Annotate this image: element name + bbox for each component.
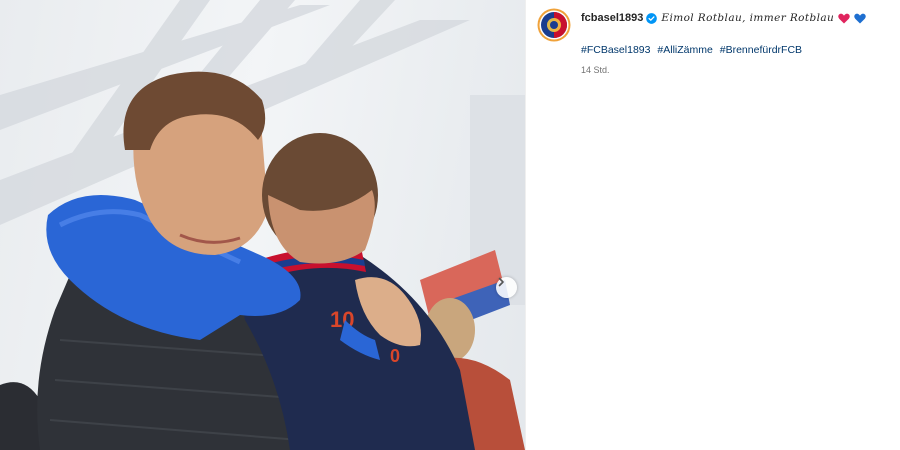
post-timestamp[interactable]: 14 Std. bbox=[581, 65, 610, 75]
caption-motto: Eimol Rotblau, immer Rotblau bbox=[661, 12, 835, 24]
caption-line: fcbasel1893 Eimol Rotblau, immer Rotblau bbox=[581, 12, 896, 24]
red-heart-icon bbox=[838, 13, 850, 24]
avatar[interactable] bbox=[537, 8, 571, 42]
blue-heart-icon bbox=[854, 13, 866, 24]
hashtag-link[interactable]: #AlliZämme bbox=[657, 44, 712, 56]
verified-badge-icon bbox=[646, 12, 658, 24]
photo-hug-image: 10 0 bbox=[0, 0, 525, 450]
hashtag-link[interactable]: #BrennefürdrFCB bbox=[720, 44, 802, 56]
caption-panel: fcbasel1893 Eimol Rotblau, immer Rotblau… bbox=[526, 0, 900, 450]
post-photo[interactable]: 10 0 bbox=[0, 0, 525, 450]
fc-basel-logo-icon bbox=[537, 8, 571, 42]
username-link[interactable]: fcbasel1893 bbox=[581, 12, 643, 24]
hashtag-list: #FCBasel1893 #AlliZämme #BrennefürdrFCB bbox=[581, 44, 806, 56]
next-image-button[interactable] bbox=[496, 277, 517, 298]
svg-text:0: 0 bbox=[390, 346, 400, 366]
chevron-right-icon bbox=[498, 277, 504, 287]
hashtag-link[interactable]: #FCBasel1893 bbox=[581, 44, 650, 56]
